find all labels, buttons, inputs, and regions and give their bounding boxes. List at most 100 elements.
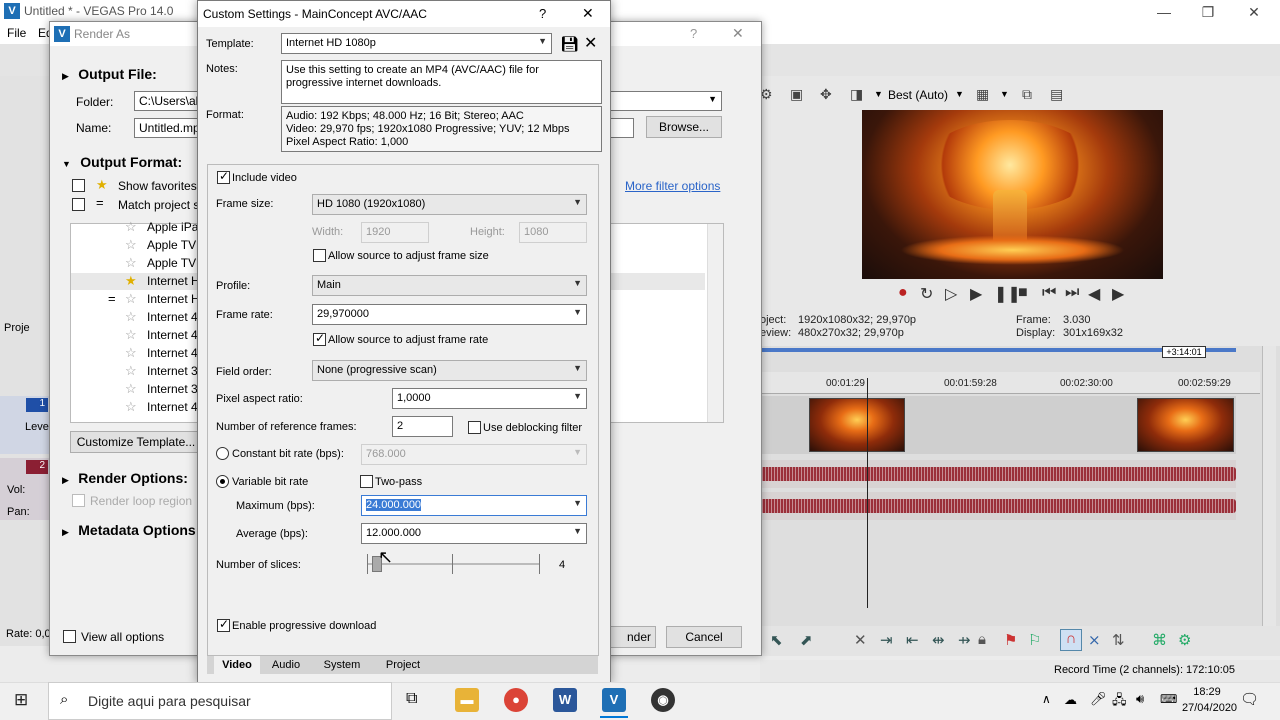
onedrive-icon[interactable]: ☁ bbox=[1064, 692, 1077, 708]
more-filter-options-link[interactable]: More filter options bbox=[625, 179, 720, 193]
profile-dropdown[interactable]: Main ▼ bbox=[312, 275, 587, 296]
render-template-item[interactable]: Apple iPa bbox=[147, 220, 197, 234]
favorite-star-icon[interactable]: ☆ bbox=[125, 219, 137, 235]
preview-quality-select[interactable]: Best (Auto) bbox=[888, 88, 948, 102]
render-template-item[interactable]: Apple TV bbox=[147, 256, 197, 270]
close-icon[interactable]: ✕ bbox=[582, 5, 594, 22]
obs-icon[interactable]: ◉ bbox=[651, 688, 675, 712]
chrome-icon[interactable]: ● bbox=[504, 688, 528, 712]
output-file-section[interactable]: ▶ Output File: bbox=[62, 66, 157, 82]
overlays-icon[interactable]: ◨ bbox=[850, 86, 863, 103]
split-icon[interactable]: ⇤ bbox=[906, 631, 919, 649]
go-to-end-icon[interactable]: ⏭ bbox=[1065, 284, 1079, 302]
render-template-item[interactable]: Internet H bbox=[147, 292, 197, 306]
match-project-checkbox[interactable] bbox=[72, 198, 85, 211]
snapping-magnet-icon[interactable]: ∩ bbox=[1060, 629, 1082, 651]
progressive-download-checkbox[interactable] bbox=[217, 617, 230, 632]
region-icon[interactable]: ⚐ bbox=[1028, 631, 1041, 649]
file-explorer-icon[interactable]: ▬ bbox=[455, 688, 479, 712]
render-loop-checkbox[interactable] bbox=[72, 494, 85, 507]
help-icon[interactable]: ? bbox=[690, 26, 697, 41]
lock-icon[interactable]: 🔒︎ bbox=[978, 631, 986, 648]
render-template-item[interactable]: Internet 4 bbox=[147, 310, 197, 324]
timeline-ruler[interactable]: 00:01:29 00:01:59:28 00:02:30:00 00:02:5… bbox=[760, 372, 1260, 394]
trim-icon[interactable]: ⇥ bbox=[880, 631, 893, 649]
pause-icon[interactable]: ❚❚ bbox=[994, 284, 1021, 304]
trim-end-icon[interactable]: ⇸ bbox=[958, 631, 971, 649]
favorite-star-icon[interactable]: ☆ bbox=[125, 255, 137, 271]
auto-crossfade-icon[interactable]: ⨯ bbox=[1088, 631, 1101, 649]
record-icon[interactable]: ● bbox=[898, 284, 908, 302]
render-options-section[interactable]: ▶ Render Options: bbox=[62, 470, 188, 486]
save-template-icon[interactable]: 💾︎ bbox=[560, 35, 579, 53]
next-frame-icon[interactable]: ▶ bbox=[1112, 284, 1124, 304]
frame-rate-dropdown[interactable]: 29,970000 ▼ bbox=[312, 304, 587, 325]
microphone-icon[interactable]: 🎤︎ bbox=[1090, 691, 1107, 707]
restore-icon[interactable]: ❐ bbox=[1188, 2, 1228, 22]
normal-edit-tool-icon[interactable]: ⬉ bbox=[770, 631, 783, 649]
render-template-item[interactable]: Apple TV bbox=[147, 238, 197, 252]
favorite-star-icon[interactable]: ☆ bbox=[125, 309, 137, 325]
keyboard-icon[interactable]: ⌨ bbox=[1160, 692, 1177, 706]
favorite-star-icon[interactable]: ☆ bbox=[125, 237, 137, 253]
task-view-icon[interactable]: ⧉ bbox=[406, 690, 417, 708]
chevron-down-icon[interactable]: ▼ bbox=[874, 89, 883, 99]
tab-project[interactable]: Project bbox=[376, 656, 430, 674]
tab-audio[interactable]: Audio bbox=[264, 656, 308, 674]
copy-snapshot-icon[interactable]: ⧉ bbox=[1022, 86, 1032, 103]
track-fx-icon[interactable]: ⚙ bbox=[1178, 631, 1191, 649]
pixel-aspect-ratio-dropdown[interactable]: 1,0000 ▼ bbox=[392, 388, 587, 409]
go-to-start-icon[interactable]: ⏮ bbox=[1042, 284, 1056, 302]
grid-icon[interactable]: ▦ bbox=[976, 86, 989, 103]
favorite-star-icon[interactable]: ☆ bbox=[125, 363, 137, 379]
height-input[interactable]: 1080 bbox=[519, 222, 587, 243]
save-snapshot-icon[interactable]: ▤ bbox=[1050, 86, 1063, 103]
browse-button[interactable]: Browse... bbox=[646, 116, 722, 138]
show-favorites-checkbox[interactable] bbox=[72, 179, 85, 192]
stop-icon[interactable]: ■ bbox=[1018, 284, 1028, 302]
allow-frame-size-checkbox[interactable] bbox=[313, 249, 326, 262]
frame-size-dropdown[interactable]: HD 1080 (1920x1080) ▼ bbox=[312, 194, 587, 215]
favorite-star-icon[interactable]: ☆ bbox=[125, 291, 137, 307]
video-clip[interactable] bbox=[809, 398, 905, 452]
allow-frame-rate-checkbox[interactable] bbox=[313, 331, 326, 346]
taskbar-clock[interactable]: 18:29 27/04/2020 bbox=[1182, 684, 1237, 716]
constant-bit-rate-radio[interactable] bbox=[216, 447, 229, 460]
render-template-item[interactable]: Internet 4 bbox=[147, 328, 197, 342]
notifications-icon[interactable]: 🗨︎ bbox=[1240, 690, 1259, 708]
variable-bit-rate-radio[interactable] bbox=[216, 475, 229, 488]
network-icon[interactable]: 🖧 bbox=[1112, 691, 1127, 713]
menu-file[interactable]: File bbox=[7, 26, 26, 40]
template-dropdown[interactable]: Internet HD 1080p ▼ bbox=[281, 33, 552, 54]
slices-slider-track[interactable] bbox=[368, 563, 540, 565]
ripple-edit-icon[interactable]: ⇅ bbox=[1112, 631, 1125, 649]
name-input-end[interactable] bbox=[610, 118, 634, 138]
name-input[interactable]: Untitled.mp bbox=[134, 118, 204, 138]
list-scrollbar[interactable] bbox=[707, 224, 723, 422]
include-video-checkbox[interactable] bbox=[217, 169, 230, 184]
render-template-item[interactable]: Internet 4 bbox=[147, 400, 197, 414]
render-template-item[interactable]: Internet 3 bbox=[147, 364, 197, 378]
constant-bit-rate-dropdown[interactable]: 768.000 ▼ bbox=[361, 444, 587, 465]
event-fx-icon[interactable]: ⌘ bbox=[1152, 631, 1167, 649]
favorite-star-icon[interactable]: ☆ bbox=[125, 345, 137, 361]
play-from-start-icon[interactable]: ▷ bbox=[945, 284, 957, 304]
trim-start-icon[interactable]: ⇹ bbox=[932, 631, 945, 649]
cancel-button[interactable]: Cancel bbox=[666, 626, 742, 648]
render-template-item[interactable]: Internet H bbox=[147, 274, 197, 288]
previous-frame-icon[interactable]: ◀ bbox=[1088, 284, 1100, 304]
project-tab-label[interactable]: Proje bbox=[4, 322, 30, 334]
view-all-options-checkbox[interactable] bbox=[63, 630, 76, 643]
play-icon[interactable]: ▶ bbox=[970, 284, 982, 304]
tab-video[interactable]: Video bbox=[214, 656, 260, 674]
vegas-taskbar-icon[interactable]: V bbox=[602, 688, 626, 712]
favorite-star-icon[interactable]: ★ bbox=[125, 273, 137, 289]
tab-system[interactable]: System bbox=[314, 656, 370, 674]
help-icon[interactable]: ? bbox=[539, 6, 546, 21]
close-icon[interactable]: ✕ bbox=[1234, 2, 1274, 22]
chevron-down-icon[interactable]: ▼ bbox=[1000, 89, 1009, 99]
folder-dropdown[interactable]: ▼ bbox=[610, 91, 722, 111]
timeline-cursor[interactable] bbox=[867, 378, 868, 608]
maximum-bps-dropdown[interactable]: 24.000.000 ▼ bbox=[361, 495, 587, 516]
metadata-options-section[interactable]: ▶ Metadata Options bbox=[62, 522, 196, 538]
